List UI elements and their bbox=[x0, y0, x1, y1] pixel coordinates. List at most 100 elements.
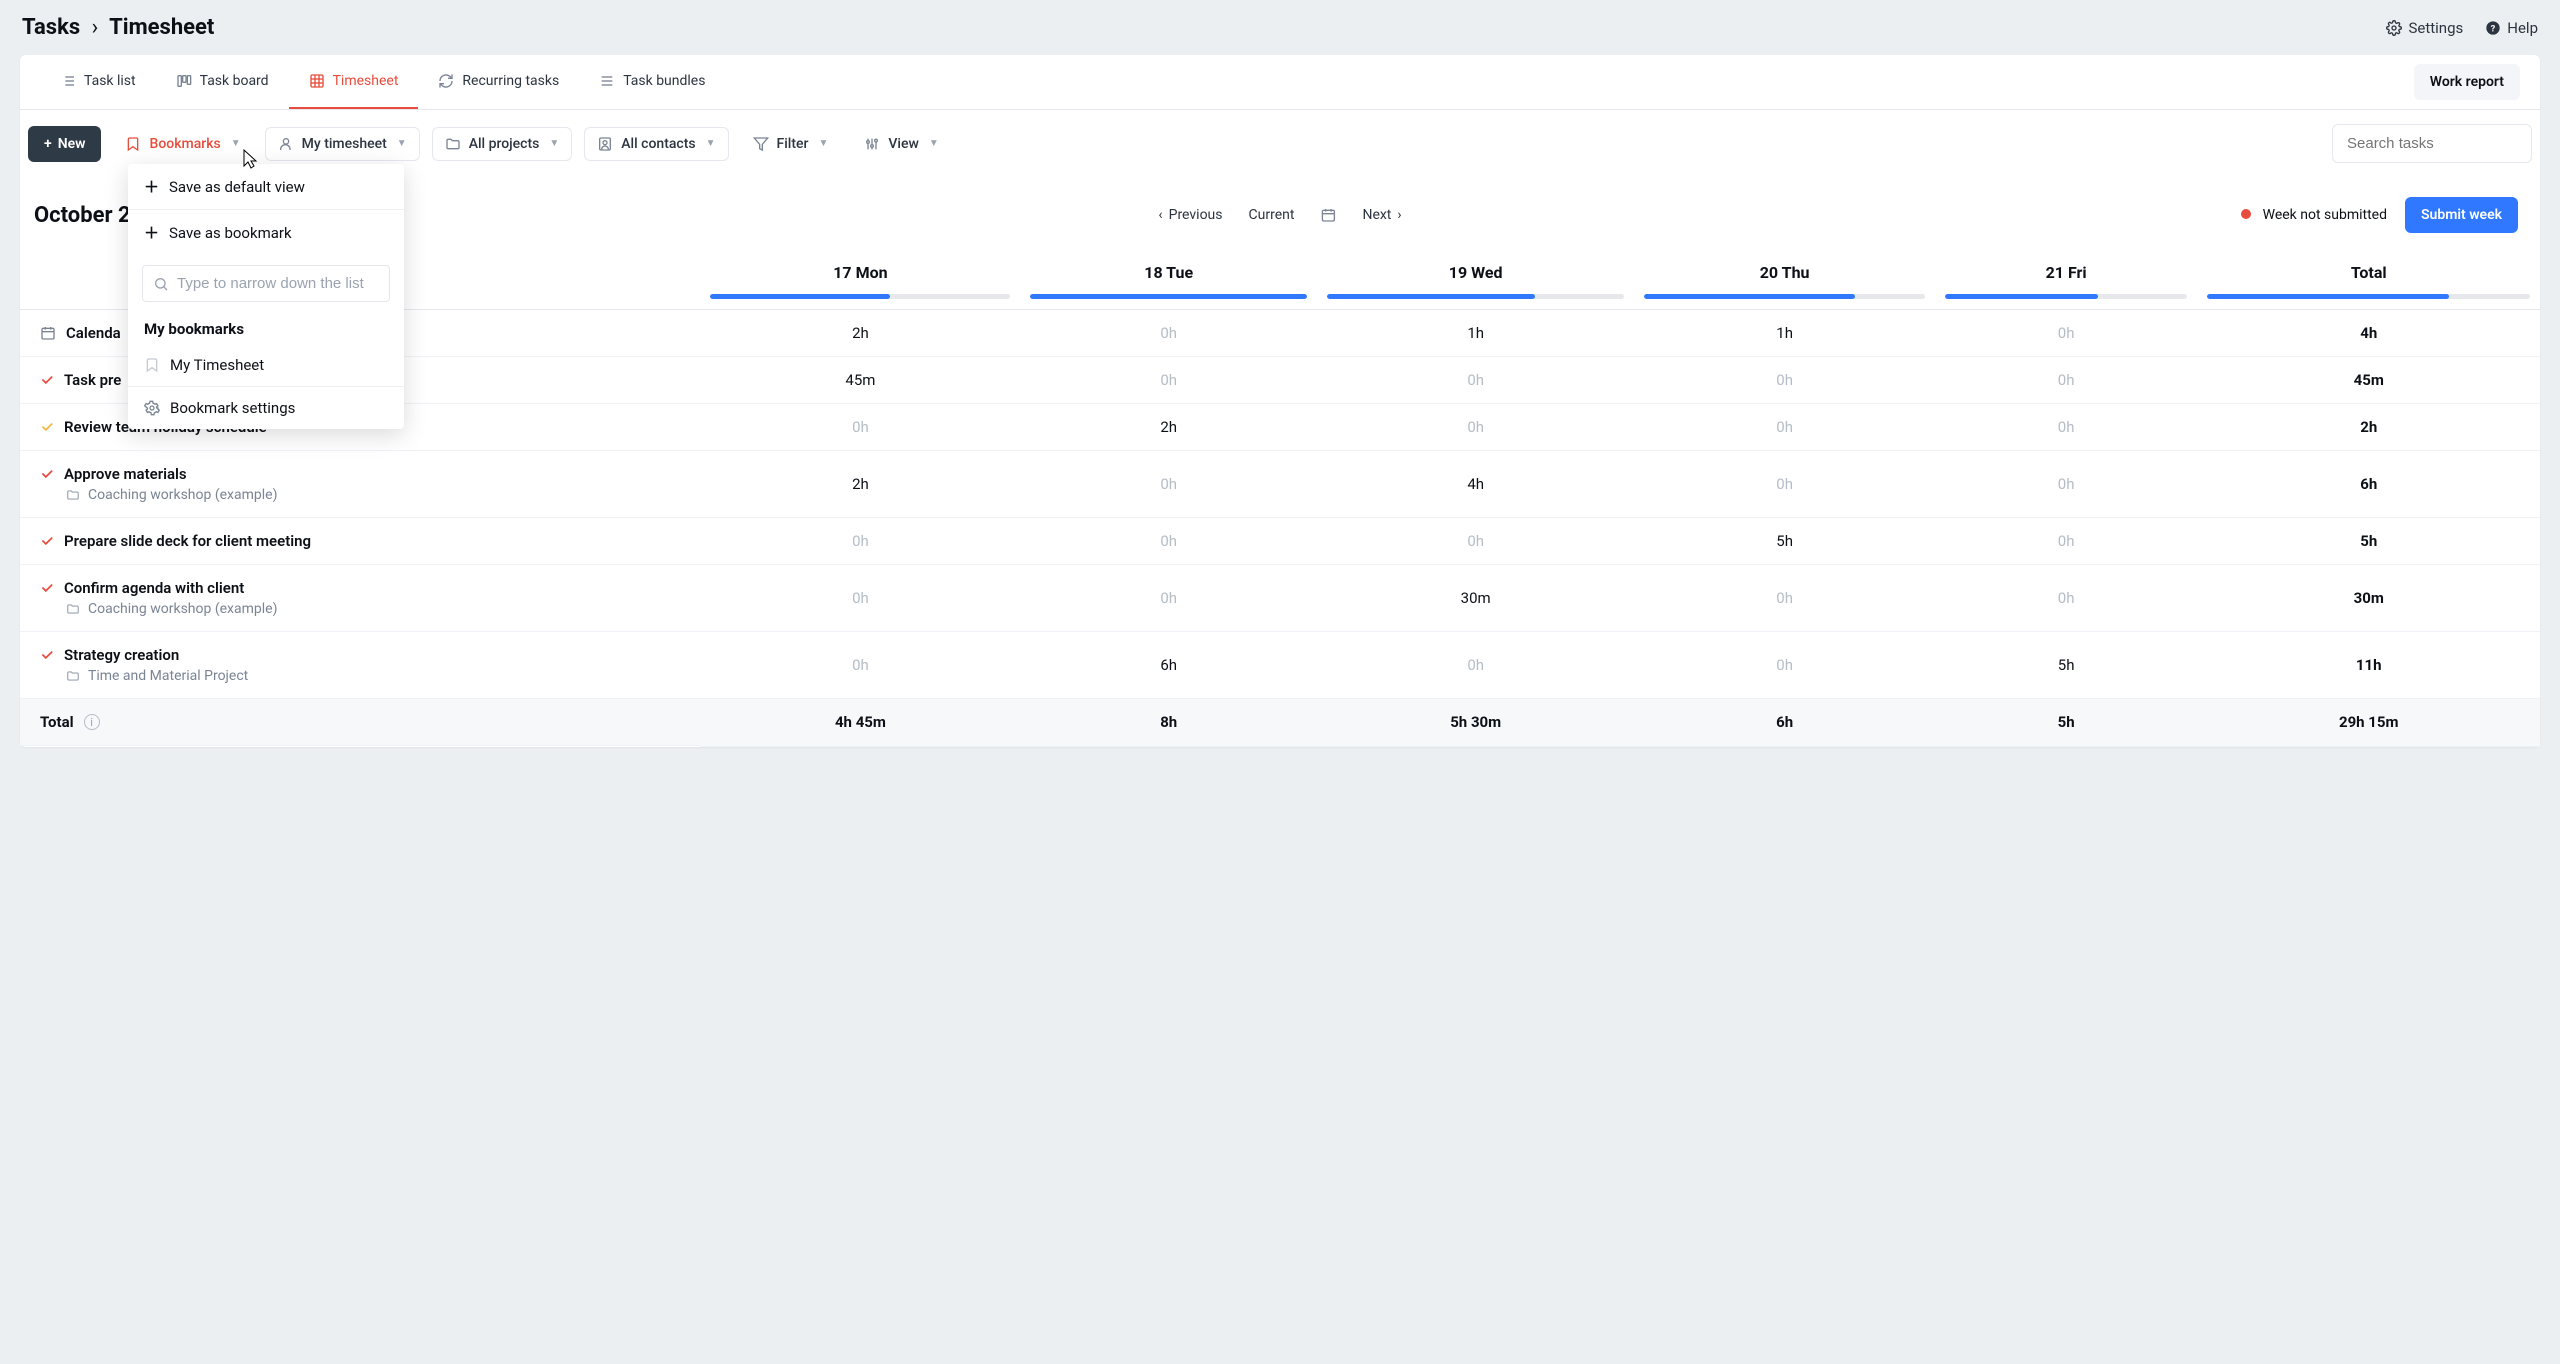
time-cell[interactable]: 0h bbox=[1317, 404, 1635, 451]
time-cell[interactable]: 0h bbox=[1020, 357, 1316, 404]
time-cell[interactable]: 0h bbox=[1935, 565, 2198, 632]
time-cell: 45m bbox=[2197, 357, 2540, 404]
time-cell[interactable]: 0h bbox=[1020, 565, 1316, 632]
filter-button[interactable]: Filter ▼ bbox=[741, 128, 841, 160]
save-default-view[interactable]: ＋ Save as default view bbox=[128, 164, 404, 209]
calendar-picker-button[interactable] bbox=[1320, 207, 1336, 223]
check-icon bbox=[40, 467, 54, 481]
bookmark-settings[interactable]: Bookmark settings bbox=[128, 387, 404, 429]
new-button[interactable]: + New bbox=[28, 126, 101, 162]
week-status: Week not submitted bbox=[2241, 207, 2387, 223]
time-cell[interactable]: 0h bbox=[1317, 518, 1635, 565]
time-cell[interactable]: 0h bbox=[1935, 451, 2198, 518]
totals-fri: 5h bbox=[1935, 699, 2198, 747]
all-projects-label: All projects bbox=[469, 136, 540, 152]
time-cell[interactable]: 0h bbox=[1020, 451, 1316, 518]
tab-bundles-label: Task bundles bbox=[623, 73, 705, 89]
time-cell[interactable]: 0h bbox=[1317, 357, 1635, 404]
totals-tue: 8h bbox=[1020, 699, 1316, 747]
time-cell[interactable]: 30m bbox=[1317, 565, 1635, 632]
tab-timesheet[interactable]: Timesheet bbox=[289, 55, 419, 109]
next-button[interactable]: Next › bbox=[1362, 207, 1401, 223]
help-link[interactable]: ? Help bbox=[2485, 19, 2538, 37]
time-cell[interactable]: 0h bbox=[1020, 310, 1316, 357]
breadcrumb-root[interactable]: Tasks bbox=[22, 15, 80, 40]
table-row[interactable]: Strategy creationTime and Material Proje… bbox=[20, 632, 2540, 699]
task-label: Approve materials bbox=[64, 465, 187, 483]
table-row[interactable]: Prepare slide deck for client meeting0h0… bbox=[20, 518, 2540, 565]
settings-label: Settings bbox=[2408, 19, 2463, 37]
my-timesheet-button[interactable]: My timesheet ▼ bbox=[265, 127, 420, 161]
info-icon[interactable]: i bbox=[84, 714, 100, 730]
tab-task-list[interactable]: Task list bbox=[40, 55, 156, 109]
tab-recurring[interactable]: Recurring tasks bbox=[418, 55, 579, 109]
breadcrumb-separator: › bbox=[92, 15, 99, 40]
time-cell[interactable]: 1h bbox=[1317, 310, 1635, 357]
check-icon bbox=[40, 534, 54, 548]
save-bookmark-label: Save as bookmark bbox=[169, 224, 292, 242]
time-cell[interactable]: 0h bbox=[1935, 310, 2198, 357]
time-cell[interactable]: 0h bbox=[1935, 357, 2198, 404]
time-cell[interactable]: 0h bbox=[700, 518, 1020, 565]
col-mon-label: 17 Mon bbox=[833, 263, 887, 282]
calendar-icon bbox=[40, 325, 56, 341]
all-projects-button[interactable]: All projects ▼ bbox=[432, 127, 573, 161]
time-cell[interactable]: 0h bbox=[1634, 565, 1934, 632]
time-cell[interactable]: 0h bbox=[1020, 518, 1316, 565]
bookmark-item-my-timesheet[interactable]: My Timesheet bbox=[128, 344, 404, 386]
time-cell[interactable]: 2h bbox=[700, 310, 1020, 357]
totals-wed: 5h 30m bbox=[1317, 699, 1635, 747]
time-cell[interactable]: 0h bbox=[1634, 404, 1934, 451]
time-cell[interactable]: 0h bbox=[700, 632, 1020, 699]
gear-icon bbox=[2386, 20, 2402, 36]
totals-total: 29h 15m bbox=[2197, 699, 2540, 747]
tab-task-board[interactable]: Task board bbox=[156, 55, 289, 109]
time-cell[interactable]: 0h bbox=[1935, 518, 2198, 565]
time-cell: 5h bbox=[2197, 518, 2540, 565]
all-contacts-button[interactable]: All contacts ▼ bbox=[584, 127, 728, 161]
chevron-down-icon: ▼ bbox=[706, 138, 716, 149]
bookmark-search-input[interactable] bbox=[177, 275, 379, 292]
time-cell[interactable]: 0h bbox=[700, 565, 1020, 632]
current-button[interactable]: Current bbox=[1249, 207, 1295, 223]
tab-task-list-label: Task list bbox=[84, 73, 136, 89]
work-report-button[interactable]: Work report bbox=[2414, 64, 2520, 100]
search-input[interactable] bbox=[2332, 124, 2532, 163]
plus-icon: ＋ bbox=[144, 176, 159, 197]
bookmarks-label: Bookmarks bbox=[149, 136, 220, 152]
time-cell[interactable]: 4h bbox=[1317, 451, 1635, 518]
time-cell[interactable]: 1h bbox=[1634, 310, 1934, 357]
previous-button[interactable]: ‹ Previous bbox=[1158, 207, 1222, 223]
time-cell[interactable]: 2h bbox=[700, 451, 1020, 518]
time-cell[interactable]: 5h bbox=[1634, 518, 1934, 565]
time-cell[interactable]: 0h bbox=[700, 404, 1020, 451]
time-cell[interactable]: 0h bbox=[1634, 357, 1934, 404]
settings-link[interactable]: Settings bbox=[2386, 19, 2463, 37]
period-title: October 2 bbox=[34, 203, 131, 228]
time-cell[interactable]: 0h bbox=[1935, 404, 2198, 451]
time-cell: 4h bbox=[2197, 310, 2540, 357]
time-cell[interactable]: 0h bbox=[1317, 632, 1635, 699]
table-row[interactable]: Approve materialsCoaching workshop (exam… bbox=[20, 451, 2540, 518]
time-cell[interactable]: 0h bbox=[1634, 632, 1934, 699]
col-thu-label: 20 Thu bbox=[1760, 263, 1810, 282]
time-cell[interactable]: 5h bbox=[1935, 632, 2198, 699]
current-label: Current bbox=[1249, 207, 1295, 223]
time-cell[interactable]: 6h bbox=[1020, 632, 1316, 699]
task-label: Confirm agenda with client bbox=[64, 579, 244, 597]
filter-icon bbox=[753, 136, 769, 152]
view-button[interactable]: View ▼ bbox=[852, 128, 950, 160]
time-cell[interactable]: 2h bbox=[1020, 404, 1316, 451]
totals-thu: 6h bbox=[1634, 699, 1934, 747]
table-row[interactable]: Confirm agenda with clientCoaching works… bbox=[20, 565, 2540, 632]
tab-bundles[interactable]: Task bundles bbox=[579, 55, 725, 109]
submit-week-button[interactable]: Submit week bbox=[2405, 197, 2518, 233]
chevron-right-icon: › bbox=[1397, 207, 1401, 223]
bookmark-item-label: My Timesheet bbox=[170, 356, 264, 374]
bookmarks-dropdown: ＋ Save as default view ＋ Save as bookmar… bbox=[128, 164, 404, 429]
col-wed-label: 19 Wed bbox=[1449, 263, 1503, 282]
save-as-bookmark[interactable]: ＋ Save as bookmark bbox=[128, 210, 404, 255]
time-cell[interactable]: 45m bbox=[700, 357, 1020, 404]
time-cell[interactable]: 0h bbox=[1634, 451, 1934, 518]
bookmarks-button[interactable]: Bookmarks ▼ bbox=[113, 128, 252, 160]
